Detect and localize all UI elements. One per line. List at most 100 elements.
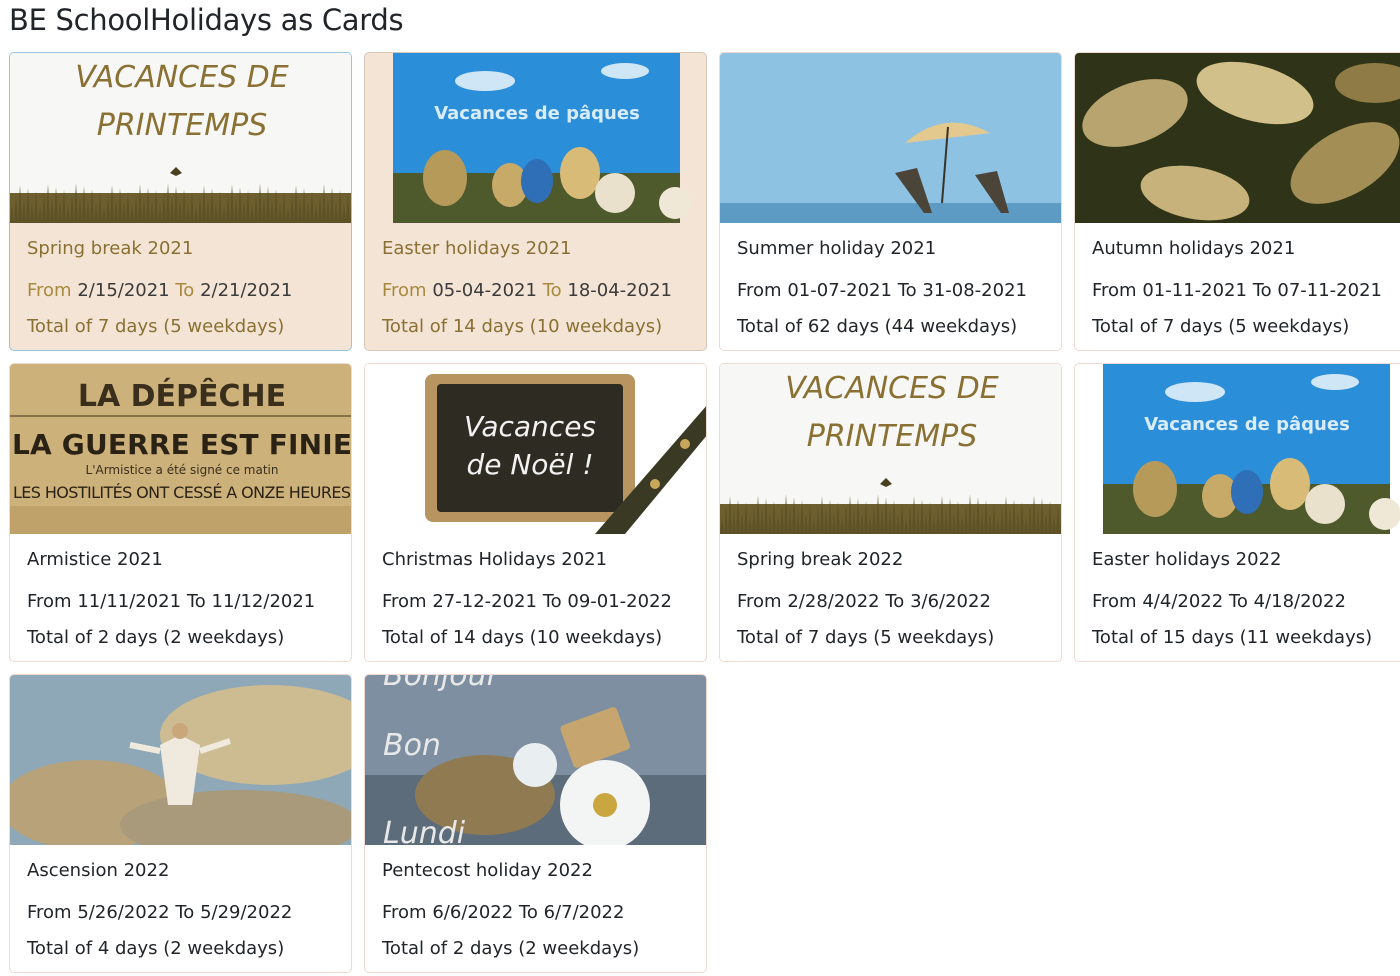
- card-title: Summer holiday 2021: [737, 238, 937, 259]
- to-label: To: [175, 902, 195, 923]
- card-total-days: Total of 2 days (2 weekdays): [382, 938, 640, 959]
- from-date: 01-11-2021: [1142, 280, 1247, 301]
- card-total-days: Total of 7 days (5 weekdays): [27, 316, 285, 337]
- to-date: 07-11-2021: [1277, 280, 1382, 301]
- to-label: To: [897, 280, 917, 301]
- card-image: VACANCES DE PRINTEMPS: [720, 364, 1061, 534]
- from-label: From: [382, 902, 427, 923]
- from-date: 6/6/2022: [432, 902, 514, 923]
- holiday-card-5[interactable]: LA DÉPÊCHE LA GUERRE EST FINIE L'Armisti…: [9, 363, 352, 662]
- from-label: From: [27, 902, 72, 923]
- from-label: From: [1092, 280, 1137, 301]
- card-image: Bonjour Bon Lundi: [365, 675, 706, 845]
- page-title: BE SchoolHolidays as Cards: [9, 3, 404, 37]
- card-image: [1075, 53, 1400, 223]
- to-label: To: [1228, 591, 1248, 612]
- card-title: Easter holidays 2022: [1092, 549, 1282, 570]
- from-date: 01-07-2021: [787, 280, 892, 301]
- from-date: 11/11/2021: [77, 591, 182, 612]
- to-label: To: [542, 280, 562, 301]
- holiday-card-10[interactable]: Bonjour Bon Lundi Pentecost holiday 2022…: [364, 674, 707, 973]
- to-date: 11/12/2021: [211, 591, 316, 612]
- holiday-card-4[interactable]: Autumn holidays 2021 From 01-11-2021 To …: [1074, 52, 1400, 351]
- svg-text:LA DÉPÊCHE: LA DÉPÊCHE: [78, 378, 286, 414]
- card-total-days: Total of 2 days (2 weekdays): [27, 627, 285, 648]
- card-date-range: From 01-11-2021 To 07-11-2021: [1092, 280, 1382, 301]
- card-image: Vacances de pâques: [1075, 364, 1400, 534]
- card-image: Vacances de Noël !: [365, 364, 706, 534]
- to-label: To: [885, 591, 905, 612]
- from-date: 5/26/2022: [77, 902, 170, 923]
- spring-grass-illustration: VACANCES DE PRINTEMPS: [720, 364, 1061, 534]
- card-title: Spring break 2022: [737, 549, 904, 570]
- card-title: Easter holidays 2021: [382, 238, 572, 259]
- card-title: Autumn holidays 2021: [1092, 238, 1296, 259]
- from-date: 27-12-2021: [432, 591, 537, 612]
- from-date: 05-04-2021: [432, 280, 537, 301]
- card-total-days: Total of 14 days (10 weekdays): [382, 316, 663, 337]
- svg-text:PRINTEMPS: PRINTEMPS: [807, 419, 978, 454]
- card-date-range: From 27-12-2021 To 09-01-2022: [382, 591, 672, 612]
- holiday-card-8[interactable]: Vacances de pâques Easter holidays 2022 …: [1074, 363, 1400, 662]
- svg-text:de Noël !: de Noël !: [466, 448, 593, 481]
- card-date-range: From 2/28/2022 To 3/6/2022: [737, 591, 991, 612]
- chalkboard-illustration: Vacances de Noël !: [365, 364, 706, 534]
- holiday-card-7[interactable]: VACANCES DE PRINTEMPS Spring break 2022 …: [719, 363, 1062, 662]
- card-title: Armistice 2021: [27, 549, 163, 570]
- to-date: 2/21/2021: [200, 280, 293, 301]
- flowers-illustration: Bonjour Bon Lundi: [365, 675, 706, 845]
- svg-text:Bon: Bon: [383, 728, 441, 763]
- to-date: 09-01-2022: [567, 591, 672, 612]
- holiday-card-6[interactable]: Vacances de Noël ! Christmas Holidays 20…: [364, 363, 707, 662]
- from-label: From: [1092, 591, 1137, 612]
- easter-eggs-illustration: Vacances de pâques: [393, 53, 691, 223]
- card-image: LA DÉPÊCHE LA GUERRE EST FINIE L'Armisti…: [10, 364, 352, 534]
- card-date-range: From 05-04-2021 To 18-04-2021: [382, 280, 672, 301]
- card-total-days: Total of 7 days (5 weekdays): [1092, 316, 1350, 337]
- beach-umbrella-illustration: [720, 53, 1061, 223]
- card-total-days: Total of 15 days (11 weekdays): [1092, 627, 1373, 648]
- from-date: 4/4/2022: [1142, 591, 1224, 612]
- svg-text:Vacances de pâques: Vacances de pâques: [1144, 414, 1350, 435]
- svg-text:LES HOSTILITÉS ONT CESSÉ A ONZ: LES HOSTILITÉS ONT CESSÉ A ONZE HEURES: [13, 483, 351, 502]
- svg-text:Bonjour: Bonjour: [383, 675, 501, 693]
- svg-text:LA GUERRE EST FINIE: LA GUERRE EST FINIE: [12, 428, 352, 461]
- to-label: To: [186, 591, 206, 612]
- svg-text:PRINTEMPS: PRINTEMPS: [97, 108, 268, 143]
- holiday-card-3[interactable]: Summer holiday 2021 From 01-07-2021 To 3…: [719, 52, 1062, 351]
- card-image: [720, 53, 1061, 223]
- card-title: Ascension 2022: [27, 860, 170, 881]
- easter-eggs-illustration: Vacances de pâques: [1103, 364, 1400, 534]
- card-title: Spring break 2021: [27, 238, 194, 259]
- to-date: 3/6/2022: [910, 591, 991, 612]
- to-date: 6/7/2022: [543, 902, 625, 923]
- from-label: From: [27, 591, 72, 612]
- svg-text:Vacances: Vacances: [464, 410, 596, 443]
- holiday-card-9[interactable]: Ascension 2022 From 5/26/2022 To 5/29/20…: [9, 674, 352, 973]
- card-date-range: From 01-07-2021 To 31-08-2021: [737, 280, 1027, 301]
- cards-grid: VACANCES DE PRINTEMPS Spring break 2021 …: [9, 52, 1400, 976]
- card-total-days: Total of 4 days (2 weekdays): [27, 938, 285, 959]
- card-total-days: Total of 14 days (10 weekdays): [382, 627, 663, 648]
- svg-text:Vacances de pâques: Vacances de pâques: [434, 103, 640, 124]
- to-label: To: [175, 280, 195, 301]
- card-date-range: From 4/4/2022 To 4/18/2022: [1092, 591, 1346, 612]
- card-total-days: Total of 62 days (44 weekdays): [737, 316, 1018, 337]
- from-label: From: [737, 280, 782, 301]
- to-label: To: [1252, 280, 1272, 301]
- svg-text:L'Armistice a été signé ce mat: L'Armistice a été signé ce matin: [86, 463, 279, 477]
- card-total-days: Total of 7 days (5 weekdays): [737, 627, 995, 648]
- card-date-range: From 5/26/2022 To 5/29/2022: [27, 902, 292, 923]
- card-title: Christmas Holidays 2021: [382, 549, 608, 570]
- to-date: 5/29/2022: [200, 902, 293, 923]
- holiday-card-1[interactable]: VACANCES DE PRINTEMPS Spring break 2021 …: [9, 52, 352, 351]
- holiday-card-2[interactable]: Vacances de pâques Easter holidays 2021 …: [364, 52, 707, 351]
- to-date: 18-04-2021: [567, 280, 672, 301]
- card-image: VACANCES DE PRINTEMPS: [10, 53, 351, 223]
- from-label: From: [382, 280, 427, 301]
- card-date-range: From 6/6/2022 To 6/7/2022: [382, 902, 624, 923]
- card-title: Pentecost holiday 2022: [382, 860, 593, 881]
- card-image: Vacances de pâques: [365, 53, 706, 223]
- card-image: [10, 675, 351, 845]
- to-label: To: [542, 591, 562, 612]
